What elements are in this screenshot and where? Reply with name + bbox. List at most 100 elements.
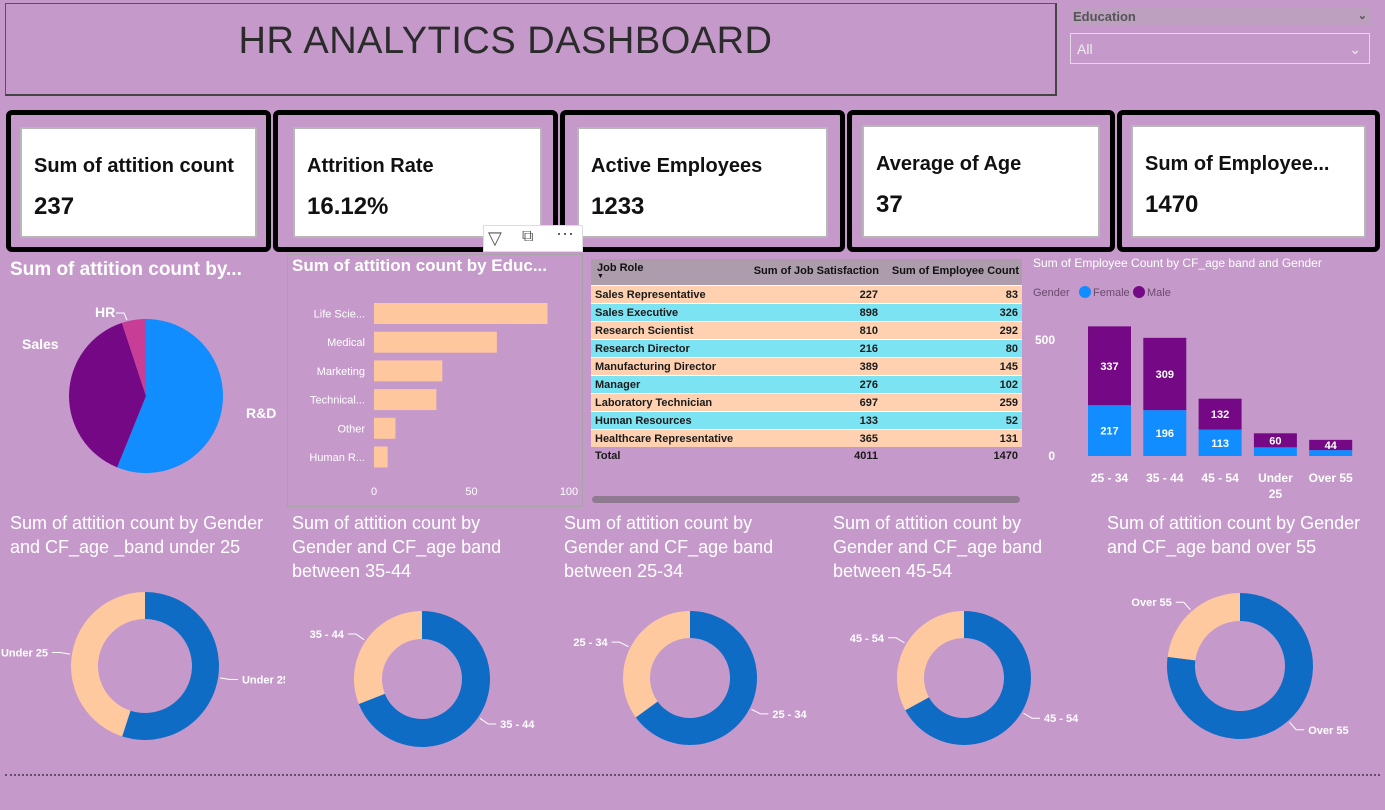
donut-leader-line xyxy=(888,637,905,644)
x-category-label: 25 xyxy=(1269,487,1283,501)
donut-chart-35-44: 35 - 44 35 - 44 xyxy=(310,611,535,747)
chevron-down-icon[interactable]: ⌄ xyxy=(1358,8,1367,25)
table-header-job-satisfaction[interactable]: Sum of Job Satisfaction xyxy=(743,259,882,286)
pie-leader-line xyxy=(116,312,128,321)
kpi-card-attrition-count[interactable]: Sum of attition count 237 xyxy=(6,110,271,252)
education-slicer-header[interactable]: Education ⌄ xyxy=(1073,8,1371,25)
x-category-label: Over 55 xyxy=(1309,471,1353,485)
x-category-label: 35 - 44 xyxy=(1146,471,1184,485)
education-bar[interactable] xyxy=(374,331,497,353)
pie-label-hr: HR xyxy=(95,304,115,320)
bar-category-label: Marketing xyxy=(317,366,365,378)
table-header-job-role[interactable]: Job Role ▼ xyxy=(591,259,743,286)
donut-slice-female[interactable] xyxy=(623,611,690,718)
donut-leader-line xyxy=(751,708,769,715)
kpi-card-average-age[interactable]: Average of Age 37 xyxy=(847,110,1115,252)
title-banner: HR ANALYTICS DASHBOARD xyxy=(5,3,1057,96)
slicer-value: All xyxy=(1077,41,1093,57)
donut-chart-25-34: 25 - 34 25 - 34 xyxy=(573,611,808,745)
education-bar[interactable] xyxy=(374,389,437,411)
stack-bar-female[interactable] xyxy=(1253,447,1297,456)
donut-data-label: 45 - 54 xyxy=(1044,713,1079,725)
page-divider xyxy=(5,774,1380,776)
bar-category-label: Technical... xyxy=(310,395,365,407)
donut-data-label: Over 55 xyxy=(1308,725,1348,737)
kpi-card-employee-count[interactable]: Sum of Employee... 1470 xyxy=(1117,110,1380,252)
table-row[interactable]: Sales Representative 227 83 xyxy=(591,285,1022,304)
table-horizontal-scrollbar[interactable] xyxy=(592,496,1020,503)
donut-leader-line xyxy=(52,652,71,655)
data-label: 44 xyxy=(1325,440,1338,452)
pie-label-sales: Sales xyxy=(22,336,59,352)
education-bar-title: Sum of attition count by Educ... xyxy=(292,256,547,275)
education-bar[interactable] xyxy=(374,417,396,439)
kpi-value: 37 xyxy=(876,191,903,218)
table-row[interactable]: Sales Executive 898 326 xyxy=(591,303,1022,322)
data-label: 309 xyxy=(1156,369,1174,381)
donut-data-label: 35 - 44 xyxy=(500,719,535,731)
education-bar[interactable] xyxy=(374,360,443,382)
donut-leader-line xyxy=(611,641,629,648)
data-label: 196 xyxy=(1156,428,1174,440)
table-row[interactable]: Healthcare Representative 365 131 xyxy=(591,429,1022,447)
bar-category-label: Life Scie... xyxy=(314,309,365,321)
focus-mode-icon[interactable]: ⧉ xyxy=(522,228,533,246)
education-bar[interactable] xyxy=(374,303,548,324)
kpi-card-body: Sum of Employee... 1470 xyxy=(1131,125,1366,238)
x-category-label: 25 - 34 xyxy=(1091,471,1129,485)
x-tick-label: 0 xyxy=(371,486,377,498)
donut-data-label: 45 - 54 xyxy=(850,633,885,645)
data-label: 337 xyxy=(1100,361,1118,373)
kpi-card-active-employees[interactable]: Active Employees 1233 xyxy=(560,110,845,252)
table-row[interactable]: Human Resources 133 52 xyxy=(591,411,1022,430)
kpi-label: Average of Age xyxy=(876,153,1022,175)
donut-leader-line xyxy=(1289,721,1305,731)
bar-category-label: Human R... xyxy=(309,452,365,464)
data-label: 217 xyxy=(1100,426,1118,438)
donut-leader-line xyxy=(1175,601,1191,611)
legend-male-marker[interactable] xyxy=(1133,286,1145,298)
job-role-table[interactable]: Job Role ▼ Sum of Job Satisfaction Sum of… xyxy=(591,259,1023,464)
donut-leader-line xyxy=(1023,712,1040,719)
donut-slice-female[interactable] xyxy=(897,611,964,711)
table-row[interactable]: Laboratory Technician 697 259 xyxy=(591,393,1022,412)
chevron-down-icon[interactable]: ⌄ xyxy=(1349,34,1361,64)
table-row[interactable]: Research Scientist 810 292 xyxy=(591,321,1022,340)
donut-data-label: 25 - 34 xyxy=(573,637,608,649)
kpi-value: 1470 xyxy=(1145,191,1199,218)
legend-female-label[interactable]: Female xyxy=(1093,287,1130,299)
more-options-icon[interactable]: ⋯ xyxy=(556,224,574,245)
dept-pie-chart: HR Sales R&D xyxy=(22,304,276,473)
legend-title: Gender xyxy=(1033,287,1070,299)
donut-chart-under-25: Under 25 Under 25 xyxy=(1,592,285,740)
table-row[interactable]: Manager 276 102 xyxy=(591,375,1022,394)
donut-leader-line xyxy=(479,717,497,725)
data-label: 60 xyxy=(1269,435,1281,447)
pie-label-rnd: R&D xyxy=(246,405,276,421)
kpi-card-body: Average of Age 37 xyxy=(862,125,1100,238)
y-tick-label: 500 xyxy=(1035,333,1055,347)
kpi-value: 1233 xyxy=(591,193,645,220)
education-bar[interactable] xyxy=(374,446,388,468)
x-tick-label: 100 xyxy=(560,486,578,498)
kpi-label: Sum of Employee... xyxy=(1145,153,1330,175)
donut-chart-45-54: 45 - 54 45 - 54 xyxy=(850,611,1079,745)
table-total-row: Total 4011 1470 xyxy=(595,449,1018,462)
donut-slice-female[interactable] xyxy=(354,611,422,705)
donut-slice-female[interactable] xyxy=(1167,593,1240,661)
legend-male-label[interactable]: Male xyxy=(1147,287,1171,299)
legend-female-marker[interactable] xyxy=(1079,286,1091,298)
donut-chart-over-55: Over 55 Over 55 xyxy=(1131,593,1349,739)
table-header-employee-count[interactable]: Sum of Employee Count xyxy=(882,259,1022,286)
kpi-value: 16.12% xyxy=(307,193,389,220)
education-dropdown[interactable]: All ⌄ xyxy=(1070,33,1370,64)
kpi-card-body: Active Employees 1233 xyxy=(577,127,828,238)
donut-data-label: Under 25 xyxy=(1,648,48,660)
filter-icon[interactable]: ▽ xyxy=(488,228,502,249)
slicer-label: Education xyxy=(1073,9,1136,24)
dept-pie-title: Sum of attition count by... xyxy=(10,259,242,280)
page-title: HR ANALYTICS DASHBOARD xyxy=(238,19,773,62)
table-row[interactable]: Research Director 216 80 xyxy=(591,339,1022,358)
table-row[interactable]: Manufacturing Director 389 145 xyxy=(591,357,1022,376)
kpi-label: Sum of attition count xyxy=(34,155,234,177)
